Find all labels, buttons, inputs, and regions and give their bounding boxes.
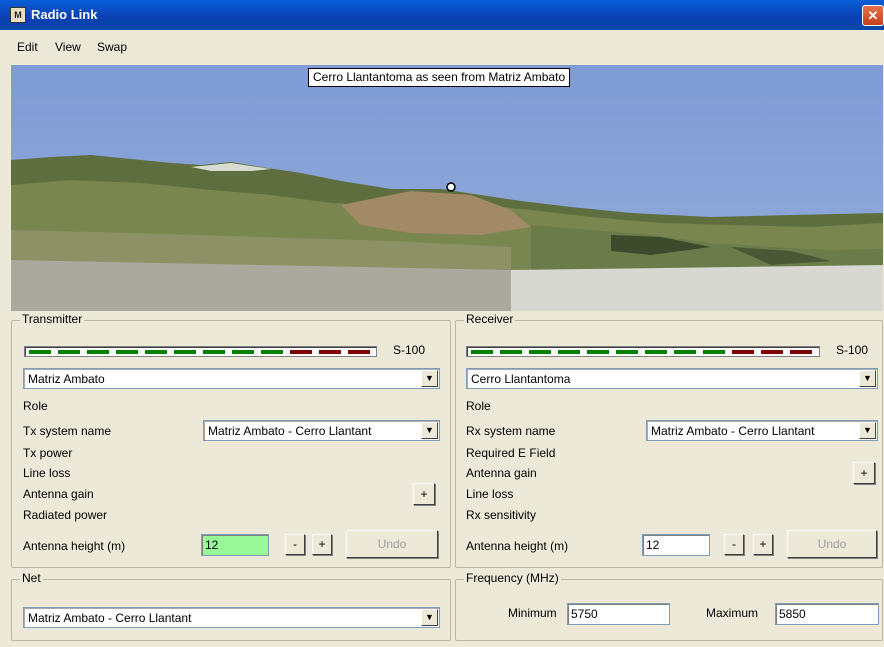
chevron-down-icon[interactable]: ▼ xyxy=(421,609,438,626)
receiver-label: Receiver xyxy=(464,312,516,326)
signal-segment xyxy=(674,350,696,354)
tx-power-label: Tx power xyxy=(23,446,73,460)
signal-segment xyxy=(87,350,109,354)
signal-segment xyxy=(116,350,138,354)
rx-antenna-gain-plus-button[interactable]: + xyxy=(853,462,875,484)
signal-segment xyxy=(790,350,812,354)
rx-undo-button[interactable]: Undo xyxy=(787,530,877,558)
tx-antenna-height-input[interactable]: 12 xyxy=(201,534,269,556)
radio-link-icon: M xyxy=(10,7,26,23)
signal-segment xyxy=(348,350,370,354)
frequency-label: Frequency (MHz) xyxy=(464,571,561,585)
tx-system-name-value: Matriz Ambato - Cerro Llantant xyxy=(208,424,372,438)
signal-segment xyxy=(703,350,725,354)
close-icon: ✕ xyxy=(867,8,879,23)
tx-undo-button[interactable]: Undo xyxy=(346,530,438,558)
signal-segment xyxy=(145,350,167,354)
net-value: Matriz Ambato - Cerro Llantant xyxy=(28,611,192,625)
signal-segment xyxy=(529,350,551,354)
rx-signal-meter xyxy=(466,346,820,357)
signal-segment xyxy=(645,350,667,354)
rx-antenna-height-label: Antenna height (m) xyxy=(466,539,569,553)
window-title: Radio Link xyxy=(31,7,98,22)
chevron-down-icon[interactable]: ▼ xyxy=(421,422,438,439)
signal-segment xyxy=(319,350,341,354)
tx-line-loss-label: Line loss xyxy=(23,466,71,480)
signal-segment xyxy=(587,350,609,354)
rx-system-name-label: Rx system name xyxy=(466,424,556,438)
tx-antenna-gain-plus-button[interactable]: + xyxy=(413,483,435,505)
tx-meter-label: S-100 xyxy=(393,343,426,357)
signal-segment xyxy=(471,350,493,354)
signal-segment xyxy=(261,350,283,354)
rx-system-name-select[interactable]: Matriz Ambato - Cerro Llantant ▼ xyxy=(646,420,878,441)
net-label: Net xyxy=(20,571,43,585)
terrain-view[interactable] xyxy=(11,65,883,311)
rx-height-minus-button[interactable]: - xyxy=(724,534,744,555)
tx-system-name-label: Tx system name xyxy=(23,424,112,438)
signal-segment xyxy=(29,350,51,354)
rx-meter-label: S-100 xyxy=(836,343,869,357)
signal-segment xyxy=(174,350,196,354)
rx-sensitivity-label: Rx sensitivity xyxy=(466,508,537,522)
frequency-maximum-input[interactable]: 5850 xyxy=(775,603,879,625)
chevron-down-icon[interactable]: ▼ xyxy=(421,370,438,387)
signal-segment xyxy=(500,350,522,354)
signal-segment xyxy=(732,350,754,354)
tx-radiated-power-label: Radiated power xyxy=(23,508,108,522)
transmitter-label: Transmitter xyxy=(20,312,85,326)
title-bar: M Radio Link ✕ xyxy=(0,0,884,30)
rx-station-select[interactable]: Cerro Llantantoma ▼ xyxy=(466,368,878,389)
target-marker-icon xyxy=(446,182,456,192)
rx-system-name-value: Matriz Ambato - Cerro Llantant xyxy=(651,424,815,438)
view-caption: Cerro Llantantoma as seen from Matriz Am… xyxy=(308,68,571,87)
tx-antenna-gain-label: Antenna gain xyxy=(23,487,94,501)
tx-station-select[interactable]: Matriz Ambato ▼ xyxy=(23,368,440,389)
terrain-image xyxy=(11,65,883,311)
menu-swap[interactable]: Swap xyxy=(97,40,127,54)
tx-system-name-select[interactable]: Matriz Ambato - Cerro Llantant ▼ xyxy=(203,420,440,441)
frequency-maximum-label: Maximum xyxy=(706,606,759,620)
signal-segment xyxy=(616,350,638,354)
signal-segment xyxy=(761,350,783,354)
tx-signal-meter xyxy=(24,346,377,357)
net-select[interactable]: Matriz Ambato - Cerro Llantant ▼ xyxy=(23,607,440,628)
tx-height-minus-button[interactable]: - xyxy=(285,534,305,555)
signal-segment xyxy=(290,350,312,354)
frequency-minimum-input[interactable]: 5750 xyxy=(567,603,670,625)
tx-antenna-height-label: Antenna height (m) xyxy=(23,539,126,553)
tx-role-label: Role xyxy=(23,399,48,413)
close-button[interactable]: ✕ xyxy=(862,5,884,26)
tx-station-value: Matriz Ambato xyxy=(28,372,105,386)
rx-height-plus-button[interactable]: + xyxy=(753,534,773,555)
frequency-minimum-label: Minimum xyxy=(508,606,557,620)
rx-antenna-height-input[interactable]: 12 xyxy=(642,534,710,556)
signal-segment xyxy=(203,350,225,354)
chevron-down-icon[interactable]: ▼ xyxy=(859,422,876,439)
tx-height-plus-button[interactable]: + xyxy=(312,534,332,555)
rx-antenna-gain-label: Antenna gain xyxy=(466,466,537,480)
signal-segment xyxy=(58,350,80,354)
rx-role-label: Role xyxy=(466,399,491,413)
menu-edit[interactable]: Edit xyxy=(17,40,38,54)
rx-line-loss-label: Line loss xyxy=(466,487,514,501)
menu-view[interactable]: View xyxy=(55,40,81,54)
signal-segment xyxy=(558,350,580,354)
rx-required-field-label: Required E Field xyxy=(466,446,556,460)
chevron-down-icon[interactable]: ▼ xyxy=(859,370,876,387)
rx-station-value: Cerro Llantantoma xyxy=(471,372,571,386)
signal-segment xyxy=(232,350,254,354)
